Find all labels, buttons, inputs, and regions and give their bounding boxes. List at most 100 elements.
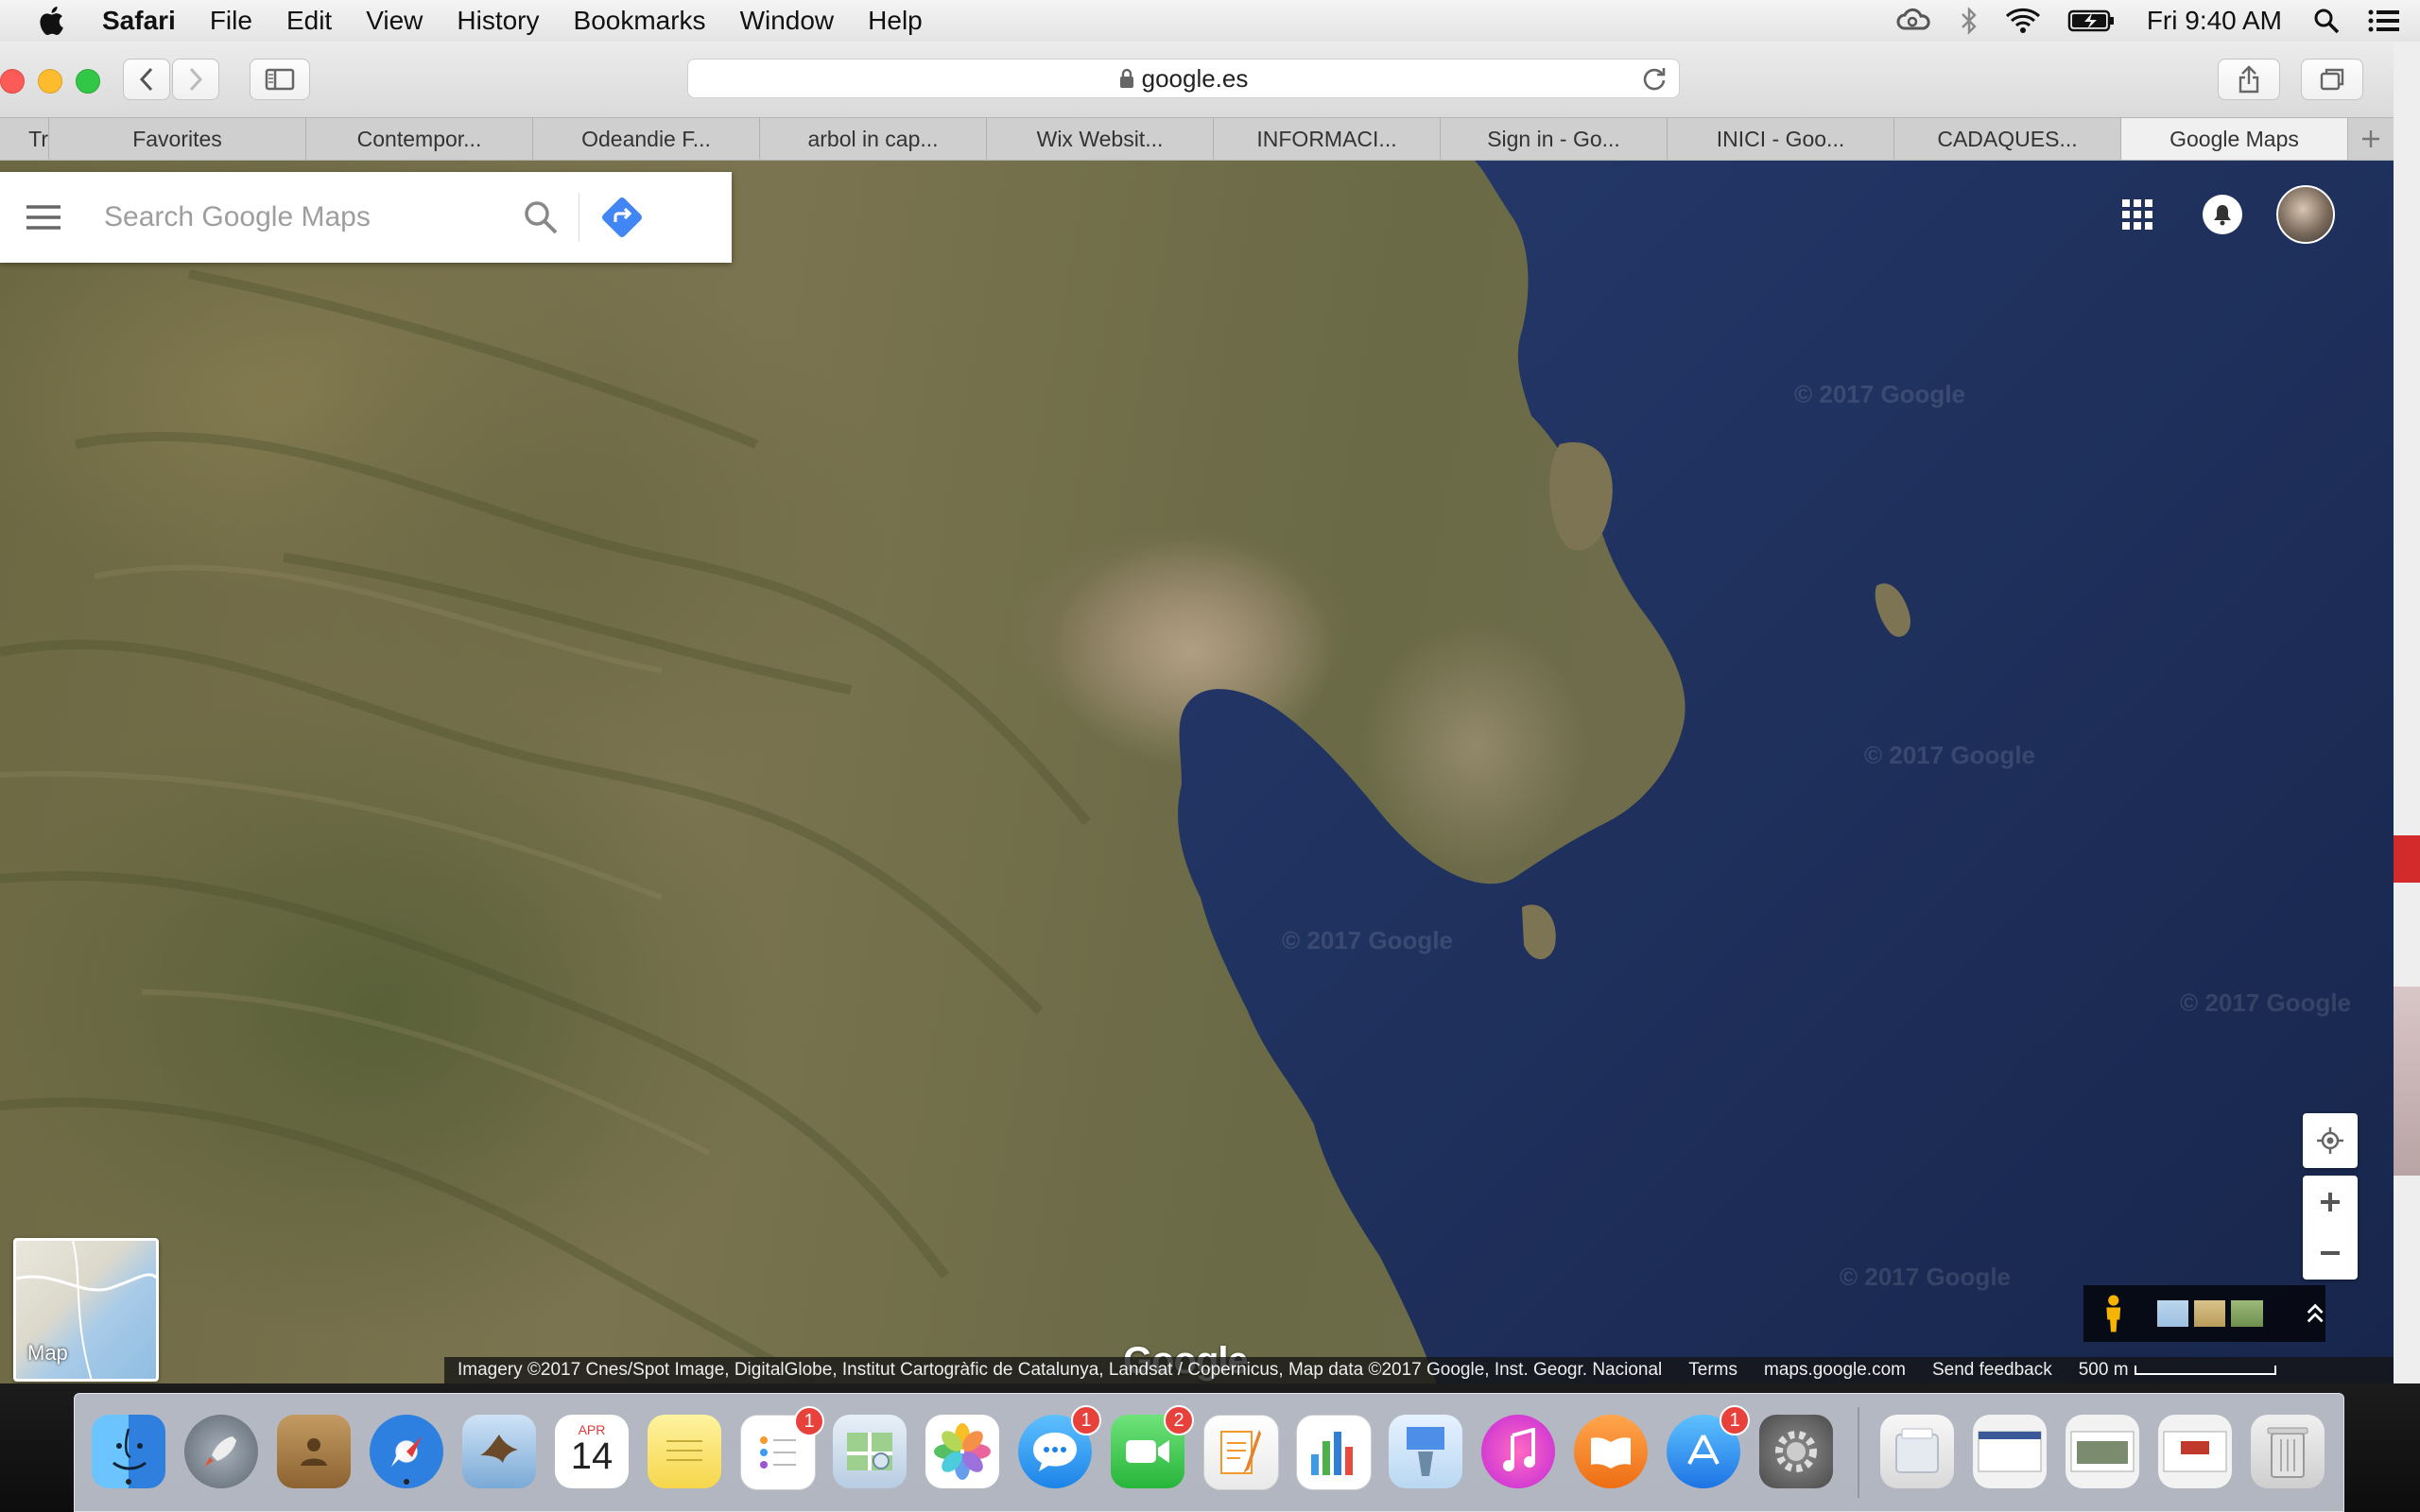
satellite-map[interactable]: © 2017 Google © 2017 Google © 2017 Googl…	[0, 161, 2394, 1383]
dock-mail[interactable]	[462, 1415, 536, 1488]
terms-link[interactable]: Terms	[1688, 1360, 1737, 1381]
dock-maps[interactable]	[833, 1415, 907, 1488]
reload-icon[interactable]	[1641, 65, 1668, 92]
hamburger-menu-icon[interactable]	[25, 203, 62, 232]
zoom-in-icon[interactable]	[2319, 1191, 2342, 1213]
apple-menu-icon[interactable]	[36, 4, 70, 38]
dock-app-store[interactable]: 1	[1667, 1405, 1750, 1488]
menu-view[interactable]: View	[366, 6, 423, 36]
maps-site-link[interactable]: maps.google.com	[1764, 1360, 1906, 1381]
chevron-up-double-icon[interactable]	[2305, 1301, 2325, 1326]
tab-item[interactable]: Sign in - Go...	[1441, 118, 1668, 160]
tab-item[interactable]: arbol in cap...	[760, 118, 987, 160]
zoom-out-icon[interactable]	[2319, 1242, 2342, 1264]
reminders-icon	[760, 1436, 796, 1469]
layer-thumbnail[interactable]	[2231, 1300, 2263, 1327]
forward-button[interactable]	[172, 59, 219, 100]
menu-bar: Safari File Edit View History Bookmarks …	[0, 0, 2420, 43]
menu-bookmarks[interactable]: Bookmarks	[574, 6, 706, 36]
bluetooth-icon[interactable]	[1960, 7, 1979, 35]
address-bar[interactable]: google.es	[687, 59, 1680, 98]
share-button[interactable]	[2218, 59, 2280, 100]
menu-file[interactable]: File	[210, 6, 252, 36]
tab-label: INFORMACI...	[1256, 126, 1397, 151]
eagle-stamp-icon	[480, 1435, 518, 1463]
tab-favorites[interactable]: Favorites	[49, 118, 306, 160]
dock-numbers[interactable]	[1296, 1415, 1372, 1490]
menu-edit[interactable]: Edit	[286, 6, 332, 36]
dock-facetime[interactable]: 2	[1111, 1405, 1194, 1488]
battery-icon[interactable]	[2067, 8, 2117, 34]
dock-downloads-stack[interactable]	[1880, 1415, 1954, 1488]
dock-keynote[interactable]	[1389, 1415, 1462, 1488]
tab-item[interactable]: Tr	[0, 118, 49, 160]
notifications-button[interactable]	[2203, 195, 2242, 234]
dock-pages[interactable]	[1203, 1415, 1279, 1490]
dock-contacts[interactable]	[277, 1415, 351, 1488]
dock-messages[interactable]: 1	[1018, 1405, 1101, 1488]
menu-history[interactable]: History	[457, 6, 539, 36]
wifi-icon[interactable]	[2005, 8, 2041, 34]
dock-calendar[interactable]: APR 14	[555, 1415, 629, 1488]
dock-minimized-window[interactable]	[1973, 1415, 2047, 1488]
dock-finder[interactable]	[92, 1415, 165, 1488]
close-window-button[interactable]	[0, 69, 25, 94]
photos-flower-icon	[934, 1423, 991, 1480]
music-note-icon	[1503, 1428, 1535, 1471]
tabs-overview-icon	[2320, 68, 2344, 91]
tab-label: Favorites	[132, 126, 222, 151]
dock-safari[interactable]	[370, 1415, 443, 1488]
bell-icon	[2214, 205, 2231, 226]
dock-launchpad[interactable]	[184, 1415, 258, 1488]
map-view-toggle[interactable]: Map	[13, 1238, 159, 1382]
dock: APR 14 1 1 2 1	[74, 1393, 2344, 1512]
zoom-window-button[interactable]	[76, 69, 100, 94]
tab-item[interactable]: INICI - Goo...	[1668, 118, 1894, 160]
dock-itunes[interactable]	[1481, 1415, 1555, 1488]
menubar-clock[interactable]: Fri 9:40 AM	[2147, 6, 2282, 36]
maps-search-input[interactable]	[102, 200, 522, 234]
search-icon[interactable]	[522, 198, 560, 236]
tab-item[interactable]: Wix Websit...	[987, 118, 1214, 160]
dock-minimized-window[interactable]	[2066, 1415, 2139, 1488]
pegman-icon[interactable]	[2099, 1293, 2129, 1334]
scale-label[interactable]: 500 m	[2079, 1360, 2276, 1381]
menu-window[interactable]: Window	[740, 6, 835, 36]
dock-minimized-window[interactable]	[2158, 1415, 2232, 1488]
tab-item[interactable]: Odeandie F...	[533, 118, 760, 160]
send-feedback-link[interactable]: Send feedback	[1932, 1360, 2052, 1381]
directions-icon[interactable]	[600, 196, 644, 239]
tab-label: Wix Websit...	[1036, 126, 1164, 151]
my-location-button[interactable]	[2303, 1113, 2358, 1168]
minimize-window-button[interactable]	[38, 69, 62, 94]
layer-thumbnail[interactable]	[2193, 1300, 2226, 1327]
tab-label: Sign in - Go...	[1487, 126, 1620, 151]
tab-label: Odeandie F...	[581, 126, 711, 151]
tab-item[interactable]: CADAQUES...	[1894, 118, 2121, 160]
layer-thumbnail[interactable]	[2156, 1300, 2188, 1327]
dock-trash[interactable]	[2251, 1415, 2325, 1488]
share-icon	[2238, 65, 2259, 94]
sidebar-icon	[265, 68, 295, 91]
sidebar-toggle-button[interactable]	[250, 59, 310, 100]
creative-cloud-icon[interactable]	[1895, 8, 1933, 34]
apps-grid-icon[interactable]	[2121, 198, 2153, 231]
dock-reminders[interactable]: 1	[740, 1406, 824, 1490]
dock-ibooks[interactable]	[1574, 1415, 1648, 1488]
tab-item[interactable]: INFORMACI...	[1214, 118, 1441, 160]
show-all-tabs-button[interactable]	[2301, 59, 2363, 100]
crosshair-icon	[2317, 1127, 2343, 1154]
back-button[interactable]	[123, 59, 170, 100]
menu-app-name[interactable]: Safari	[102, 6, 176, 36]
dock-system-preferences[interactable]	[1759, 1415, 1833, 1488]
tab-item[interactable]: Contempor...	[306, 118, 533, 160]
user-avatar[interactable]	[2276, 185, 2335, 244]
dock-photos[interactable]	[925, 1415, 999, 1488]
menu-help[interactable]: Help	[868, 6, 923, 36]
dock-notes[interactable]	[648, 1415, 721, 1488]
notification-center-icon[interactable]	[2367, 8, 2401, 34]
sea-area	[0, 161, 2394, 1383]
spotlight-icon[interactable]	[2312, 7, 2341, 35]
tab-google-maps[interactable]: Google Maps	[2121, 118, 2348, 160]
new-tab-button[interactable]	[2348, 118, 2394, 160]
